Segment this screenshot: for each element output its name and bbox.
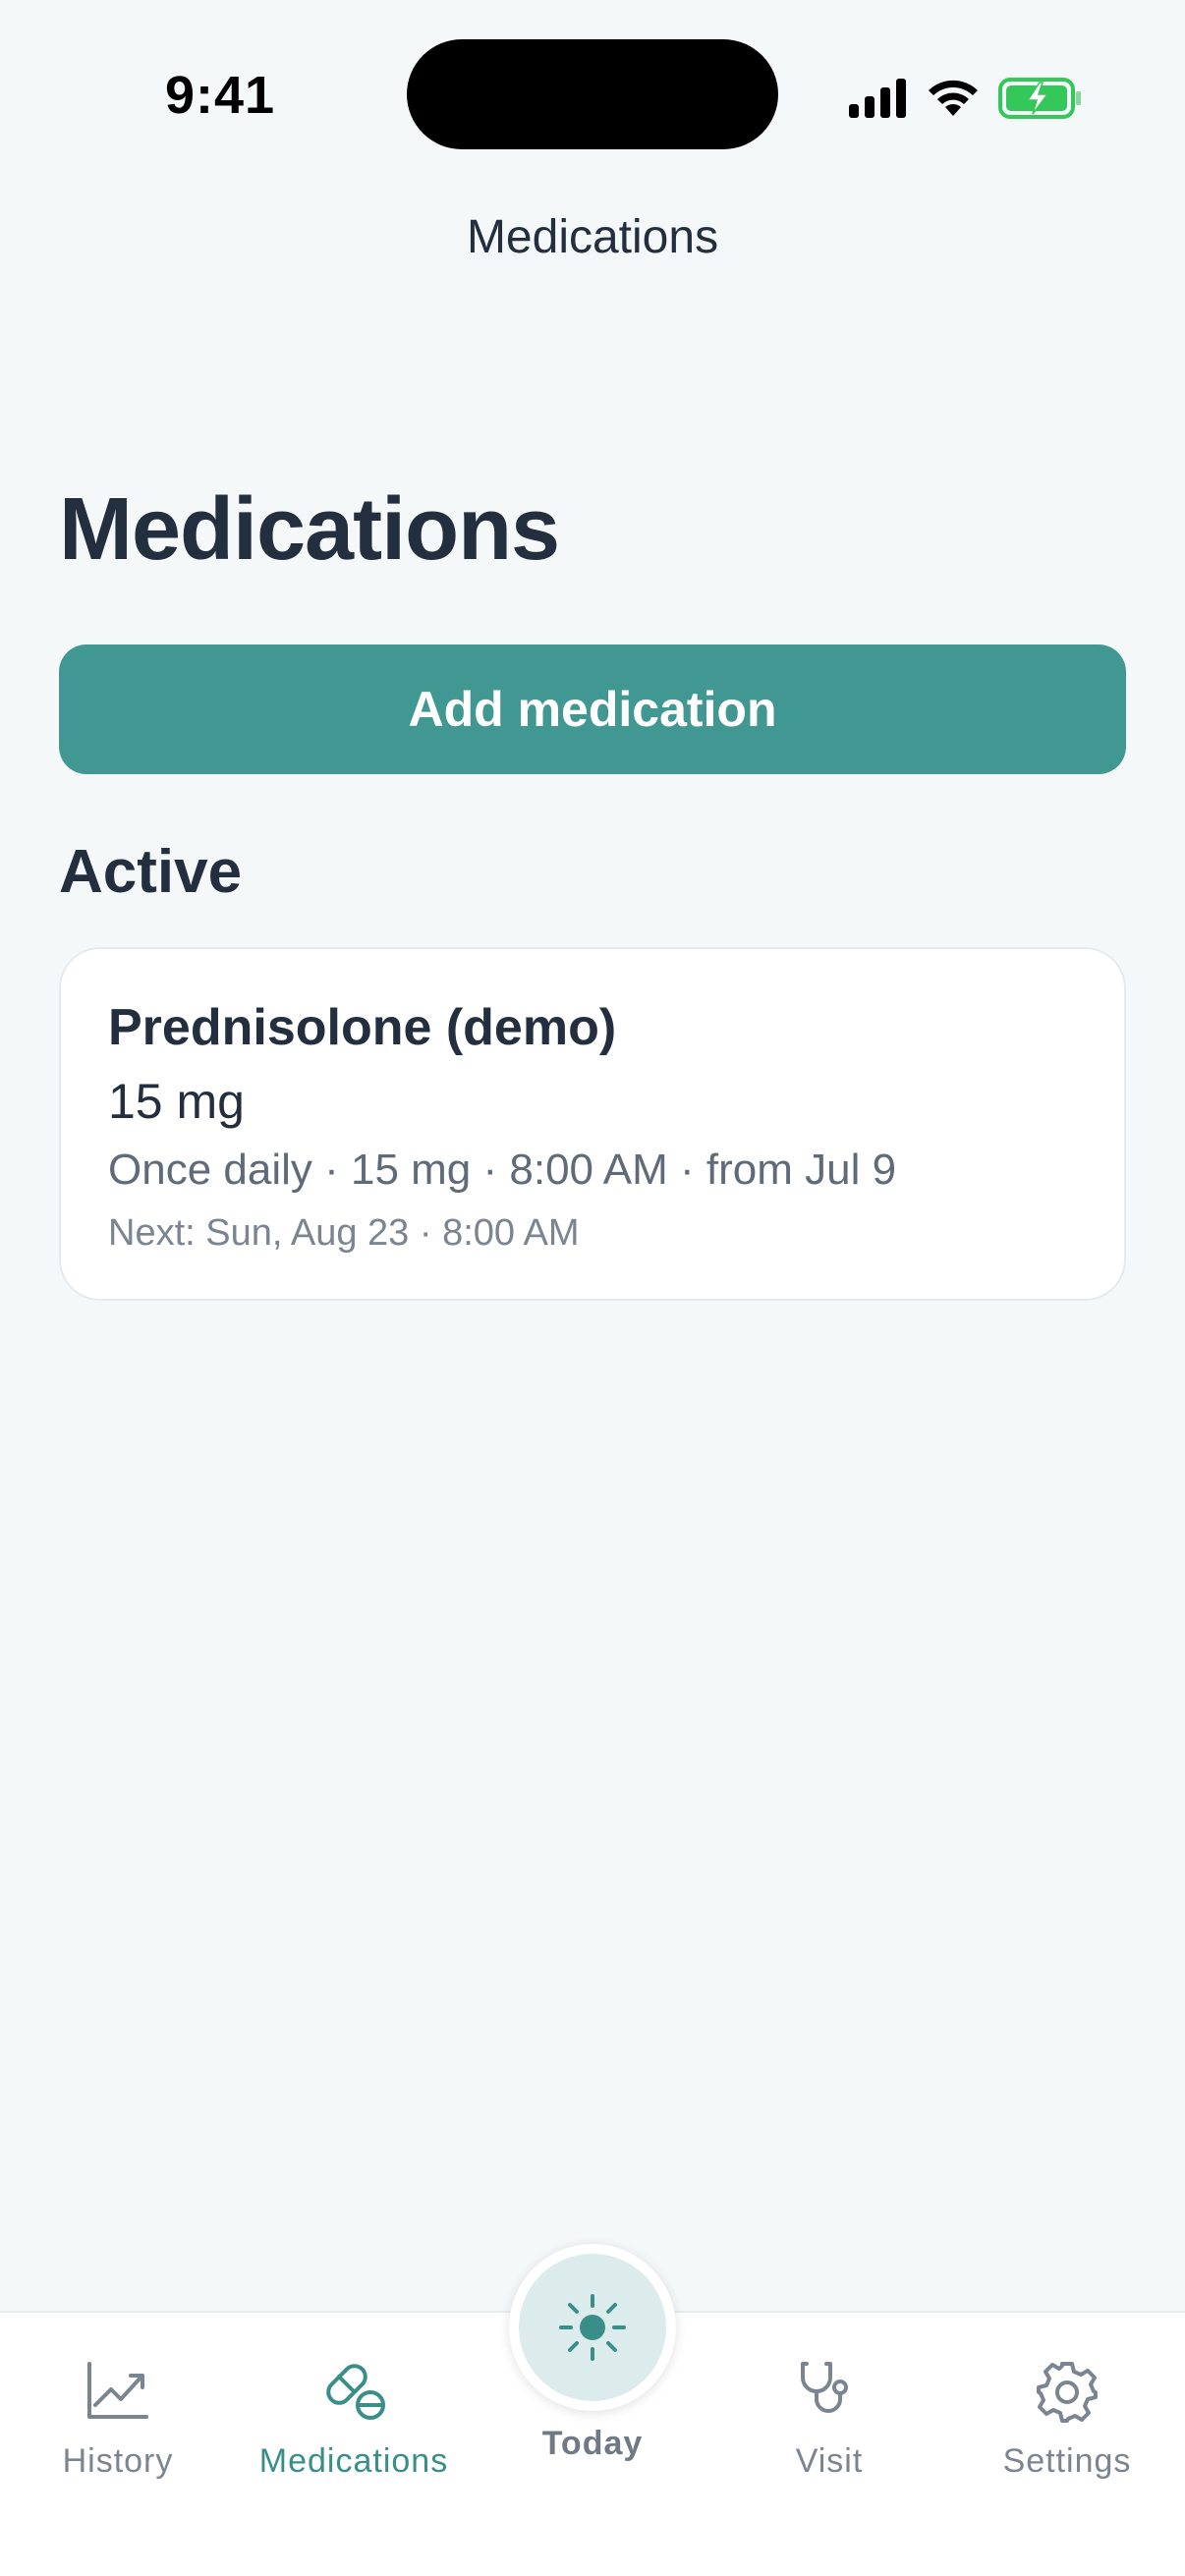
tab-history-label: History — [62, 2442, 174, 2480]
dynamic-island — [407, 39, 778, 149]
wifi-icon — [929, 80, 978, 116]
status-time: 9:41 — [165, 66, 276, 125]
medication-name: Prednisolone (demo) — [108, 999, 617, 1056]
tab-today[interactable] — [509, 2244, 676, 2411]
tab-medications-label: Medications — [258, 2442, 449, 2480]
active-section-heading: Active — [59, 838, 243, 906]
tab-today-label: Today — [541, 2425, 644, 2462]
tab-settings-label: Settings — [1002, 2442, 1132, 2480]
medication-schedule: Once daily · 15 mg · 8:00 AM · from Jul … — [108, 1146, 897, 1194]
page-title: Medications — [59, 480, 560, 579]
battery-icon — [998, 78, 1081, 119]
tab-settings[interactable]: Settings — [949, 2313, 1185, 2499]
stethoscope-icon — [711, 2360, 947, 2429]
tab-visit-label: Visit — [795, 2442, 864, 2480]
pill-icon — [236, 2360, 472, 2429]
chart-line-icon — [0, 2360, 236, 2429]
medication-card[interactable]: Prednisolone (demo) 15 mg Once daily · 1… — [59, 947, 1126, 1301]
nav-title: Medications — [466, 211, 719, 263]
signal-icon — [849, 79, 906, 118]
sun-icon — [559, 2294, 626, 2361]
medication-next-dose: Next: Sun, Aug 23 · 8:00 AM — [108, 1212, 580, 1254]
add-medication-button[interactable]: Add medication — [59, 644, 1126, 774]
today-button-circle — [519, 2254, 666, 2401]
medications-screen: 9:41 Medications Medications Add medicat… — [0, 0, 1185, 2576]
tab-medications[interactable]: Medications — [236, 2313, 472, 2499]
gear-icon — [949, 2360, 1185, 2429]
medication-dose: 15 mg — [108, 1074, 245, 1129]
tab-history[interactable]: History — [0, 2313, 236, 2499]
tab-visit[interactable]: Visit — [711, 2313, 947, 2499]
